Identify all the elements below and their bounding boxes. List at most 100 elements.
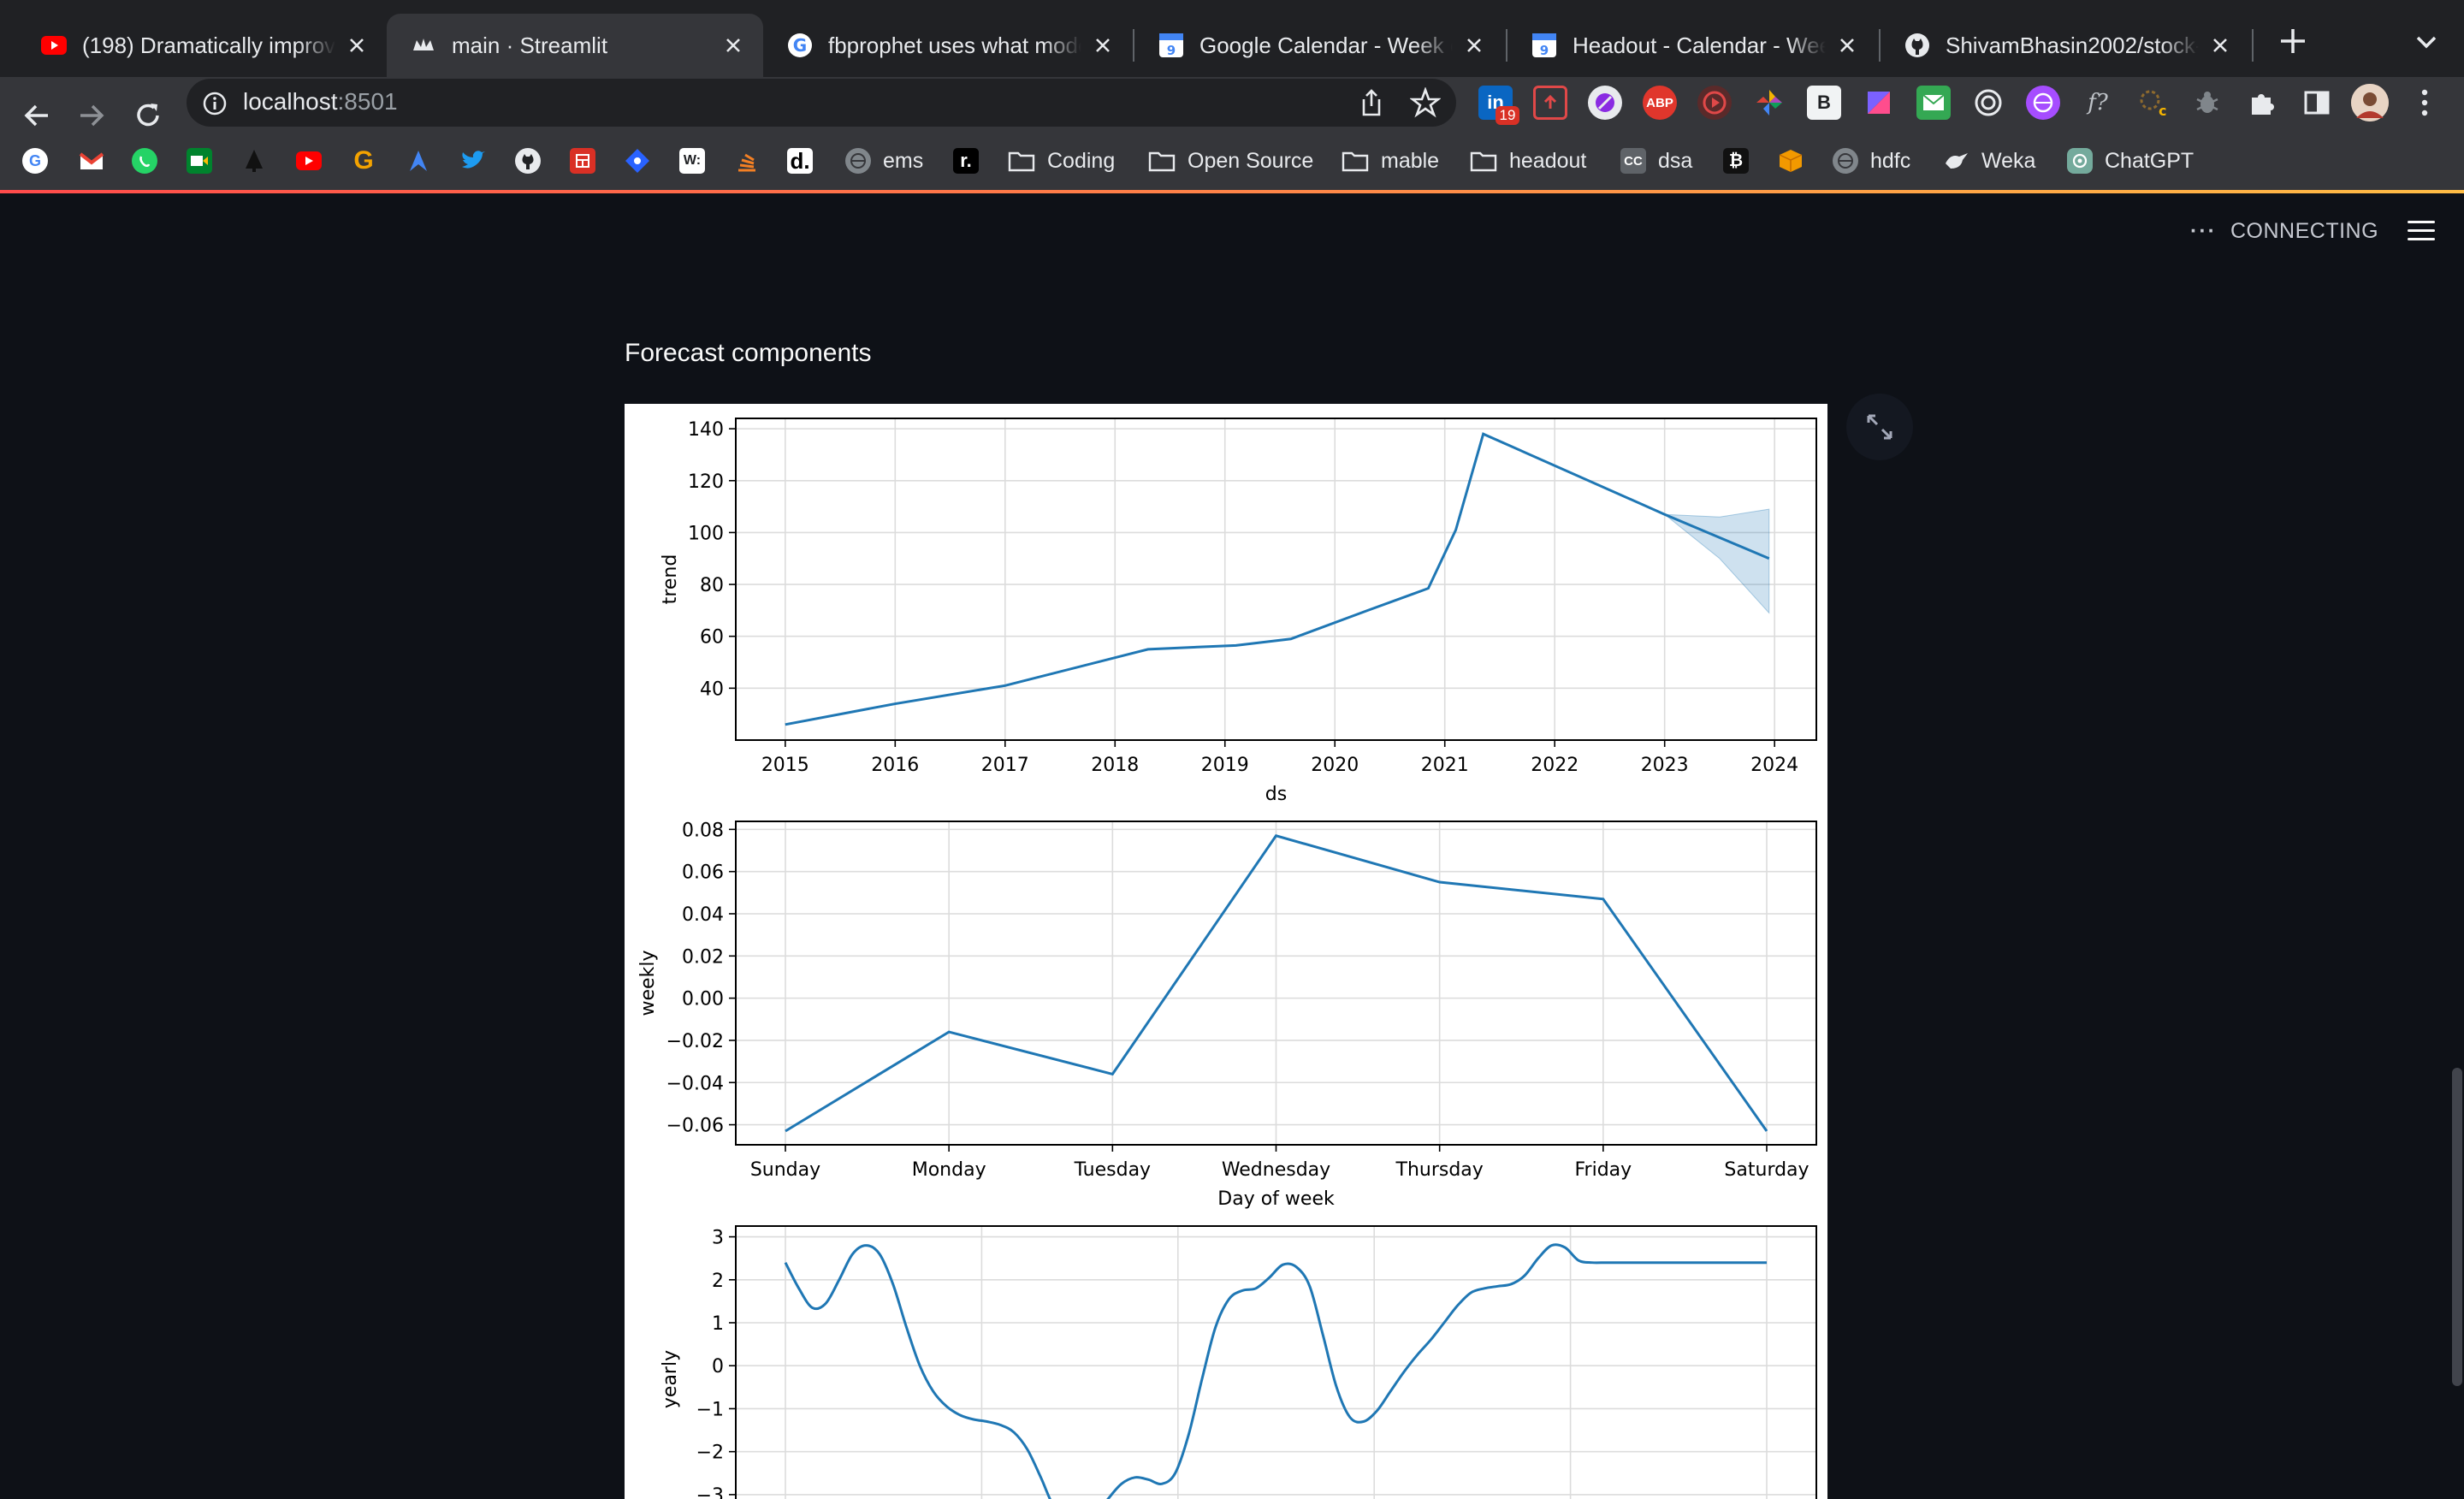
close-tab-icon[interactable] xyxy=(1090,33,1116,58)
x-tick-label: Monday xyxy=(912,1159,986,1181)
bookmark-wiki[interactable]: W: xyxy=(679,144,705,178)
subplot-3: 3 2 1 0 −1 −2 −3 yearly xyxy=(660,1225,1817,1499)
tab-search-chevron-icon[interactable] xyxy=(2409,29,2443,55)
extensions-puzzle-icon[interactable] xyxy=(2245,86,2279,120)
bookmark-diamond-app[interactable] xyxy=(625,144,650,178)
upload-extension-icon[interactable] xyxy=(1533,86,1567,120)
bookmark-box[interactable] xyxy=(1778,144,1804,178)
back-arrow-icon[interactable] xyxy=(17,96,56,135)
bookmark-d-app[interactable]: d. xyxy=(787,144,813,178)
bookmark-youtube[interactable] xyxy=(296,144,322,178)
tab-github[interactable]: ShivamBhasin2002/stock-s xyxy=(1881,14,2250,77)
close-tab-icon[interactable] xyxy=(344,33,370,58)
calendar-icon: 9 xyxy=(1158,33,1184,58)
streamlit-decoration-bar xyxy=(0,190,2464,193)
forward-arrow-icon[interactable] xyxy=(72,96,111,135)
x-tick-label: Wednesday xyxy=(1222,1159,1330,1181)
x-tick-label: 2015 xyxy=(761,755,809,776)
adblock-extension-icon[interactable]: ABP xyxy=(1643,86,1677,120)
y-tick-label: 3 xyxy=(712,1228,724,1249)
bookmark-folder-headout[interactable]: headout xyxy=(1470,144,1586,178)
bookmark-gmail[interactable] xyxy=(79,144,104,178)
site-info-icon[interactable] xyxy=(202,91,228,116)
tab-separator xyxy=(1879,29,1881,62)
folder-icon xyxy=(1342,151,1369,172)
section-subheader: Forecast components xyxy=(625,339,872,367)
y-tick-label: 0.00 xyxy=(682,989,724,1010)
color-picker-extension-icon[interactable] xyxy=(1752,86,1786,120)
browser-menu-kebab-icon[interactable] xyxy=(2418,86,2431,120)
y-tick-label: 80 xyxy=(700,575,724,596)
tab-google-search[interactable]: G fbprophet uses what model xyxy=(763,14,1133,77)
new-tab-plus-icon[interactable] xyxy=(2276,24,2310,58)
bold-extension-icon[interactable]: B xyxy=(1807,86,1841,120)
y-tick-label: −0.06 xyxy=(666,1116,724,1137)
bookmark-arrow-app[interactable] xyxy=(406,144,431,178)
main-menu-hamburger-icon[interactable] xyxy=(2408,221,2435,243)
bookmark-github[interactable] xyxy=(515,144,541,178)
close-tab-icon[interactable] xyxy=(1834,33,1860,58)
url-port: :8501 xyxy=(337,88,398,115)
translate-extension-icon[interactable] xyxy=(2026,86,2060,120)
x-tick-label: 2022 xyxy=(1531,755,1578,776)
flag-extension-icon[interactable] xyxy=(1862,86,1896,120)
tab-google-calendar[interactable]: 9 Google Calendar - Week of xyxy=(1134,14,1504,77)
bookmark-dsa[interactable]: CC dsa xyxy=(1620,144,1692,178)
target-extension-icon[interactable] xyxy=(1971,86,2005,120)
x-axis-label: Day of week xyxy=(1217,1188,1335,1210)
reload-icon[interactable] xyxy=(128,96,168,135)
close-tab-icon[interactable] xyxy=(720,33,746,58)
tab-separator xyxy=(1133,29,1134,62)
bookmark-star-icon[interactable] xyxy=(1410,87,1441,118)
axes-frame xyxy=(735,418,1817,741)
svg-text:G: G xyxy=(793,35,807,56)
subplot-1: 2015 2016 2017 2018 2019 2020 2021 2022 2023 2024… xyxy=(660,418,1817,805)
bug-extension-icon[interactable] xyxy=(2190,86,2224,120)
bookmark-folder-coding[interactable]: Coding xyxy=(1008,144,1115,178)
bookmark-red-app[interactable] xyxy=(570,144,595,178)
y-tick-label: 1 xyxy=(712,1313,724,1335)
streamlit-icon xyxy=(411,33,436,58)
page-scrollbar-thumb[interactable] xyxy=(2452,1068,2462,1386)
bookmark-tree[interactable] xyxy=(241,144,267,178)
bookmark-meet[interactable] xyxy=(187,144,212,178)
side-panel-icon[interactable] xyxy=(2300,86,2334,120)
bookmark-ems[interactable]: ems xyxy=(845,144,923,178)
axes-frame xyxy=(735,1225,1817,1499)
share-icon[interactable] xyxy=(1357,87,1386,118)
bookmark-folder-mable[interactable]: mable xyxy=(1342,144,1439,178)
clipboard-extension-icon[interactable]: c xyxy=(2135,86,2170,120)
y-tick-label: 0.02 xyxy=(682,946,724,968)
y-tick-label: 0.06 xyxy=(682,862,724,884)
y-tick-label: 0 xyxy=(712,1356,724,1378)
twitter-icon xyxy=(460,148,486,174)
x-tick-label: 2024 xyxy=(1750,755,1798,776)
bookmark-whatsapp[interactable] xyxy=(132,144,157,178)
youtube-icon xyxy=(296,151,322,170)
bookmark-r-app[interactable]: r. xyxy=(953,144,979,178)
tab-headout-calendar[interactable]: 9 Headout - Calendar - Week xyxy=(1507,14,1877,77)
x-tick-label: Tuesday xyxy=(1074,1159,1152,1181)
formula-extension-icon[interactable]: f? xyxy=(2081,86,2115,120)
fullscreen-expand-button[interactable] xyxy=(1846,394,1913,460)
close-tab-icon[interactable] xyxy=(1461,33,1487,58)
mail-extension-icon[interactable] xyxy=(1916,86,1951,120)
y-axis-label: weekly xyxy=(637,951,659,1016)
close-tab-icon[interactable] xyxy=(2207,33,2233,58)
bookmark-stack[interactable] xyxy=(734,144,760,178)
bookmark-folder-open-source[interactable]: Open Source xyxy=(1148,144,1313,178)
bookmark-hdfc[interactable]: hdfc xyxy=(1833,144,1910,178)
bookmark-g-app[interactable]: G xyxy=(351,144,376,178)
tab-streamlit[interactable]: main · Streamlit xyxy=(387,14,763,77)
play-extension-icon[interactable] xyxy=(1697,86,1732,120)
bookmark-bitcoin[interactable]: ₿ xyxy=(1723,144,1749,178)
y-tick-label: −0.02 xyxy=(666,1031,724,1052)
tab-title: Headout - Calendar - Week xyxy=(1573,32,1826,58)
bookmark-chatgpt[interactable]: ChatGPT xyxy=(2067,144,2194,178)
tab-youtube[interactable]: (198) Dramatically improve xyxy=(17,14,387,77)
bookmark-weka[interactable]: Weka xyxy=(1944,144,2035,178)
bookmark-google[interactable]: G xyxy=(22,144,48,178)
block-extension-icon[interactable] xyxy=(1588,86,1622,120)
bookmark-twitter[interactable] xyxy=(460,144,486,178)
profile-avatar[interactable] xyxy=(2351,84,2389,121)
